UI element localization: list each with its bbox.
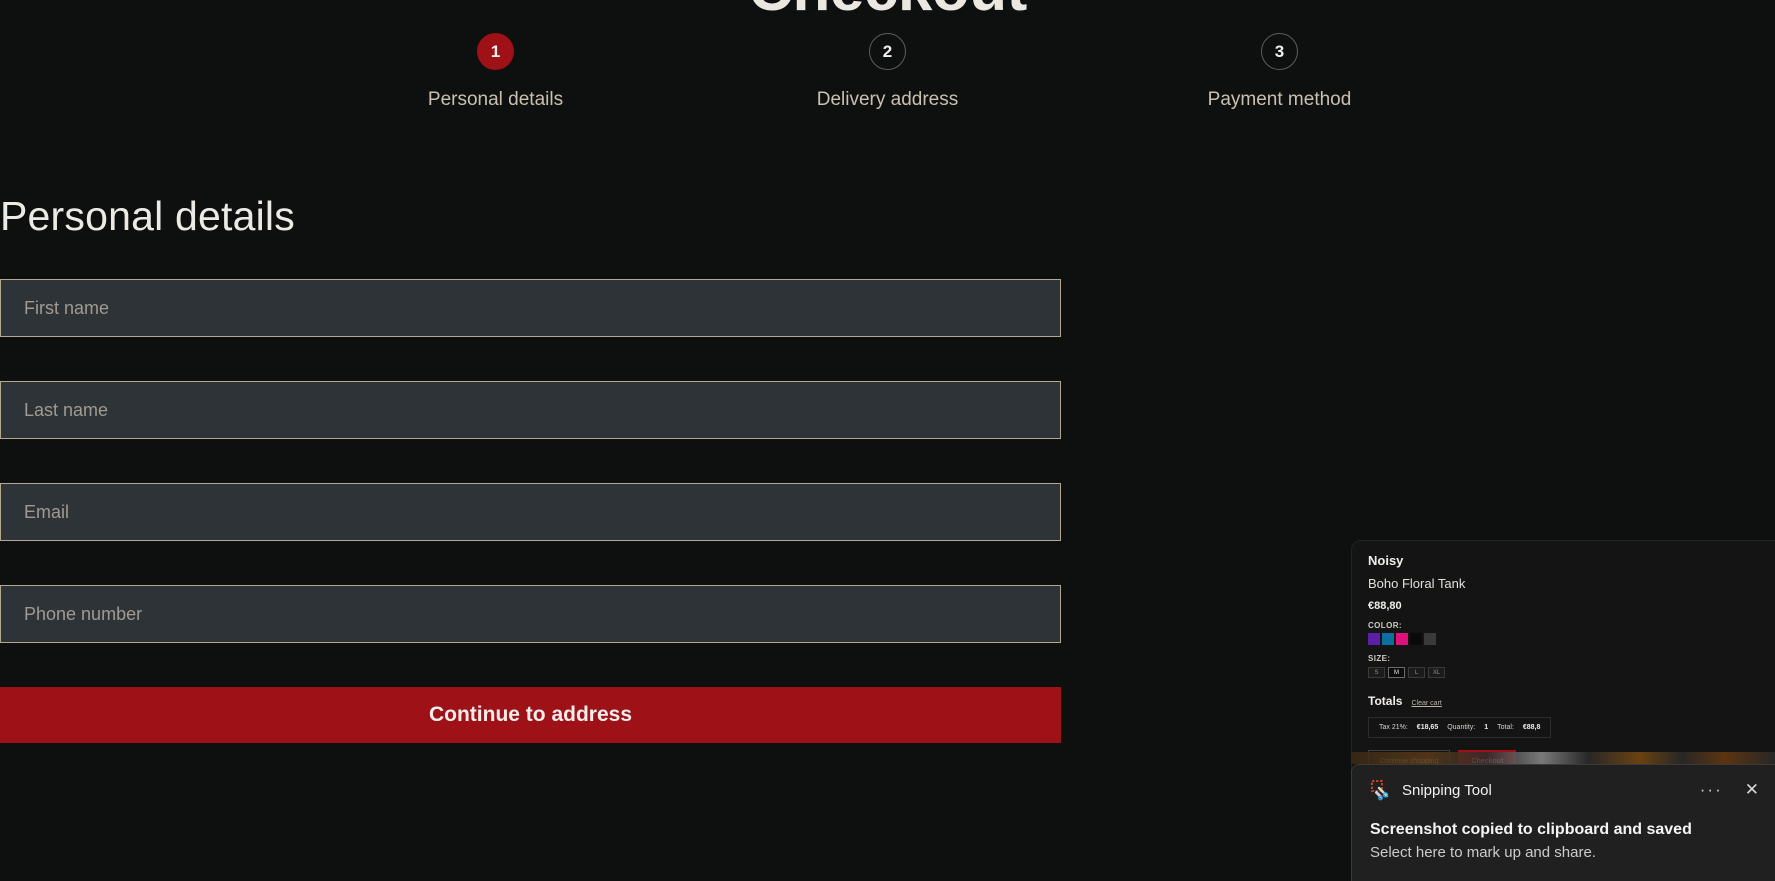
tax-label: Tax 21%:: [1379, 724, 1408, 731]
cart-totals-box: Tax 21%: €18,65 Quantity: 1 Total: €88,8: [1368, 717, 1552, 738]
total-label: Total:: [1497, 724, 1514, 731]
email-placeholder: Email: [24, 501, 70, 522]
size-option-s[interactable]: S: [1368, 667, 1385, 678]
clear-cart-link[interactable]: Clear cart: [1411, 700, 1441, 707]
quantity-label: Quantity:: [1447, 724, 1476, 731]
app-root: Checkout 1 Personal details 2 Delivery a…: [0, 0, 1775, 881]
snipping-tool-icon: [1370, 779, 1392, 801]
toast-header: Snipping Tool ··· ✕: [1370, 779, 1759, 801]
last-name-placeholder: Last name: [24, 399, 109, 420]
snipping-tool-toast[interactable]: Snipping Tool ··· ✕ Screenshot copied to…: [1351, 764, 1775, 881]
step-payment-method[interactable]: 3 Payment method: [1175, 33, 1385, 111]
cart-totals-title: Totals: [1368, 694, 1403, 708]
step-label-2: Delivery address: [816, 89, 959, 110]
cart-size-label: SIZE:: [1368, 654, 1391, 663]
continue-to-address-button[interactable]: Continue to address: [0, 687, 1061, 743]
size-option-m[interactable]: M: [1388, 667, 1405, 678]
color-swatch-blue[interactable]: [1382, 633, 1394, 645]
toast-close-button[interactable]: ✕: [1745, 780, 1759, 800]
cart-product-brand: Noisy: [1368, 553, 1404, 568]
first-name-placeholder: First name: [24, 297, 110, 318]
phone-number-field[interactable]: Phone number: [0, 585, 1061, 643]
page-title: Checkout: [0, 0, 1775, 25]
quantity-total-value: 1: [1484, 724, 1489, 731]
toast-app-name: Snipping Tool: [1402, 781, 1492, 799]
last-name-field[interactable]: Last name: [0, 381, 1061, 439]
tax-value: €18,65: [1416, 724, 1439, 731]
step-label-3: Payment method: [1207, 89, 1352, 110]
step-number-1: 1: [477, 33, 514, 70]
section-title: Personal details: [0, 193, 295, 239]
toast-title: Screenshot copied to clipboard and saved: [1370, 821, 1692, 838]
cart-product-price: €88,80: [1368, 600, 1402, 612]
color-swatch-purple[interactable]: [1368, 633, 1380, 645]
background-window-strip: [1351, 752, 1775, 764]
step-delivery-address[interactable]: 2 Delivery address: [783, 33, 993, 111]
toast-subtitle: Select here to mark up and share.: [1370, 844, 1596, 861]
phone-number-placeholder: Phone number: [24, 603, 143, 624]
first-name-field[interactable]: First name: [0, 279, 1061, 337]
cart-totals-header: Totals Clear cart: [1368, 694, 1757, 708]
step-label-1: Personal details: [427, 89, 564, 110]
checkout-stepper: 1 Personal details 2 Delivery address 3 …: [0, 33, 1775, 111]
cart-size-options[interactable]: S M L XL: [1368, 667, 1757, 678]
step-personal-details[interactable]: 1 Personal details: [391, 33, 601, 111]
cart-color-label: COLOR:: [1368, 621, 1402, 630]
size-option-xl[interactable]: XL: [1428, 667, 1445, 678]
color-swatch-magenta[interactable]: [1396, 633, 1408, 645]
step-number-3: 3: [1261, 33, 1298, 70]
color-swatch-black[interactable]: [1410, 633, 1422, 645]
color-swatch-gray[interactable]: [1424, 633, 1436, 645]
total-value: €88,8: [1522, 724, 1541, 731]
personal-details-form: Personal details First name Last name Em…: [0, 193, 1061, 743]
cart-color-swatches[interactable]: [1368, 633, 1757, 645]
cart-product-name: Boho Floral Tank: [1368, 576, 1466, 591]
size-option-l[interactable]: L: [1408, 667, 1425, 678]
toast-more-options-button[interactable]: ···: [1700, 781, 1723, 798]
step-number-2: 2: [869, 33, 906, 70]
email-field[interactable]: Email: [0, 483, 1061, 541]
